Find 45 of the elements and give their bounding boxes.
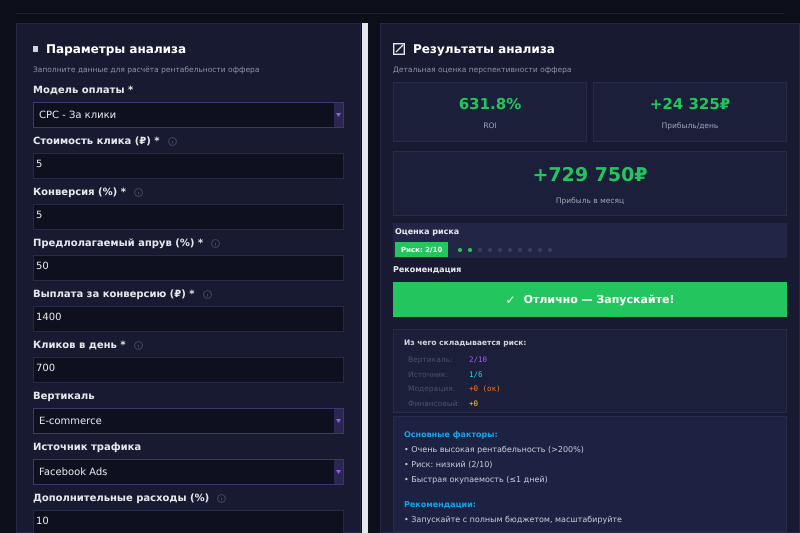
input-field[interactable]: 700 <box>33 357 344 384</box>
info-icon <box>134 188 143 197</box>
field-label: Предлолагаемый апрув (%) * <box>33 236 204 251</box>
info-icon <box>211 238 220 248</box>
recommendation-text: Отлично — Запускайте! <box>524 292 674 308</box>
factor-item: • Быстрая окупаемость (≤1 дней) <box>404 474 549 486</box>
panel-title: Результаты анализа <box>413 41 555 58</box>
caret-icon <box>336 470 341 474</box>
advice-title: Рекомендации: <box>404 499 477 512</box>
panel-title: Параметры анализа <box>46 41 186 58</box>
stat-value: +24 325₽ <box>650 94 730 116</box>
select-field[interactable]: E-commerce <box>33 408 344 434</box>
field-label: Дополнительные расходы (%) <box>33 492 210 506</box>
field-label: Источник трафика <box>33 440 142 455</box>
input-field[interactable]: 5 <box>33 204 344 230</box>
advice-item: • Запускайте с полным бюджетом, масштабируйте <box>404 514 623 526</box>
field-label: Модель оплаты * <box>33 84 134 98</box>
field-label: Выплата за конверсию (₽) * <box>33 288 194 302</box>
recommendation-title: Рекомендация <box>393 264 462 276</box>
field-label: Конверсия (%) * <box>33 186 126 200</box>
square-icon <box>33 46 38 52</box>
factor-item: • Риск: низкий (2/10) <box>404 459 494 472</box>
input-field[interactable]: 1400 <box>33 306 344 332</box>
chart-checkbox-icon <box>393 43 405 55</box>
info-icon <box>202 290 212 299</box>
info-icon <box>134 340 143 350</box>
info-icon <box>168 136 177 146</box>
factor-item: • Очень высокая рентабельность (>200%) <box>404 444 585 456</box>
stat-value: 631.8% <box>458 94 522 116</box>
factors-title: Основные факторы: <box>404 429 499 442</box>
input-field[interactable]: 10 <box>33 510 344 533</box>
field-label: Стоимость клика (₽) * <box>33 134 160 149</box>
risk-title: Оценка риска <box>395 226 460 238</box>
input-field[interactable]: 50 <box>33 255 344 282</box>
select-field[interactable]: Facebook Ads <box>33 459 344 486</box>
input-field[interactable]: 5 <box>33 153 344 180</box>
field-label: Кликов в день * <box>33 338 126 353</box>
scrollbar[interactable] <box>362 23 368 533</box>
check-icon: ✓ <box>506 290 516 309</box>
caret-icon <box>336 113 341 118</box>
caret-icon <box>336 419 341 424</box>
stat-value: +729 750₽ <box>532 162 648 188</box>
select-field[interactable]: CPC - За клики <box>33 102 344 128</box>
info-icon <box>217 494 226 503</box>
field-label: Вертикаль <box>33 390 95 404</box>
